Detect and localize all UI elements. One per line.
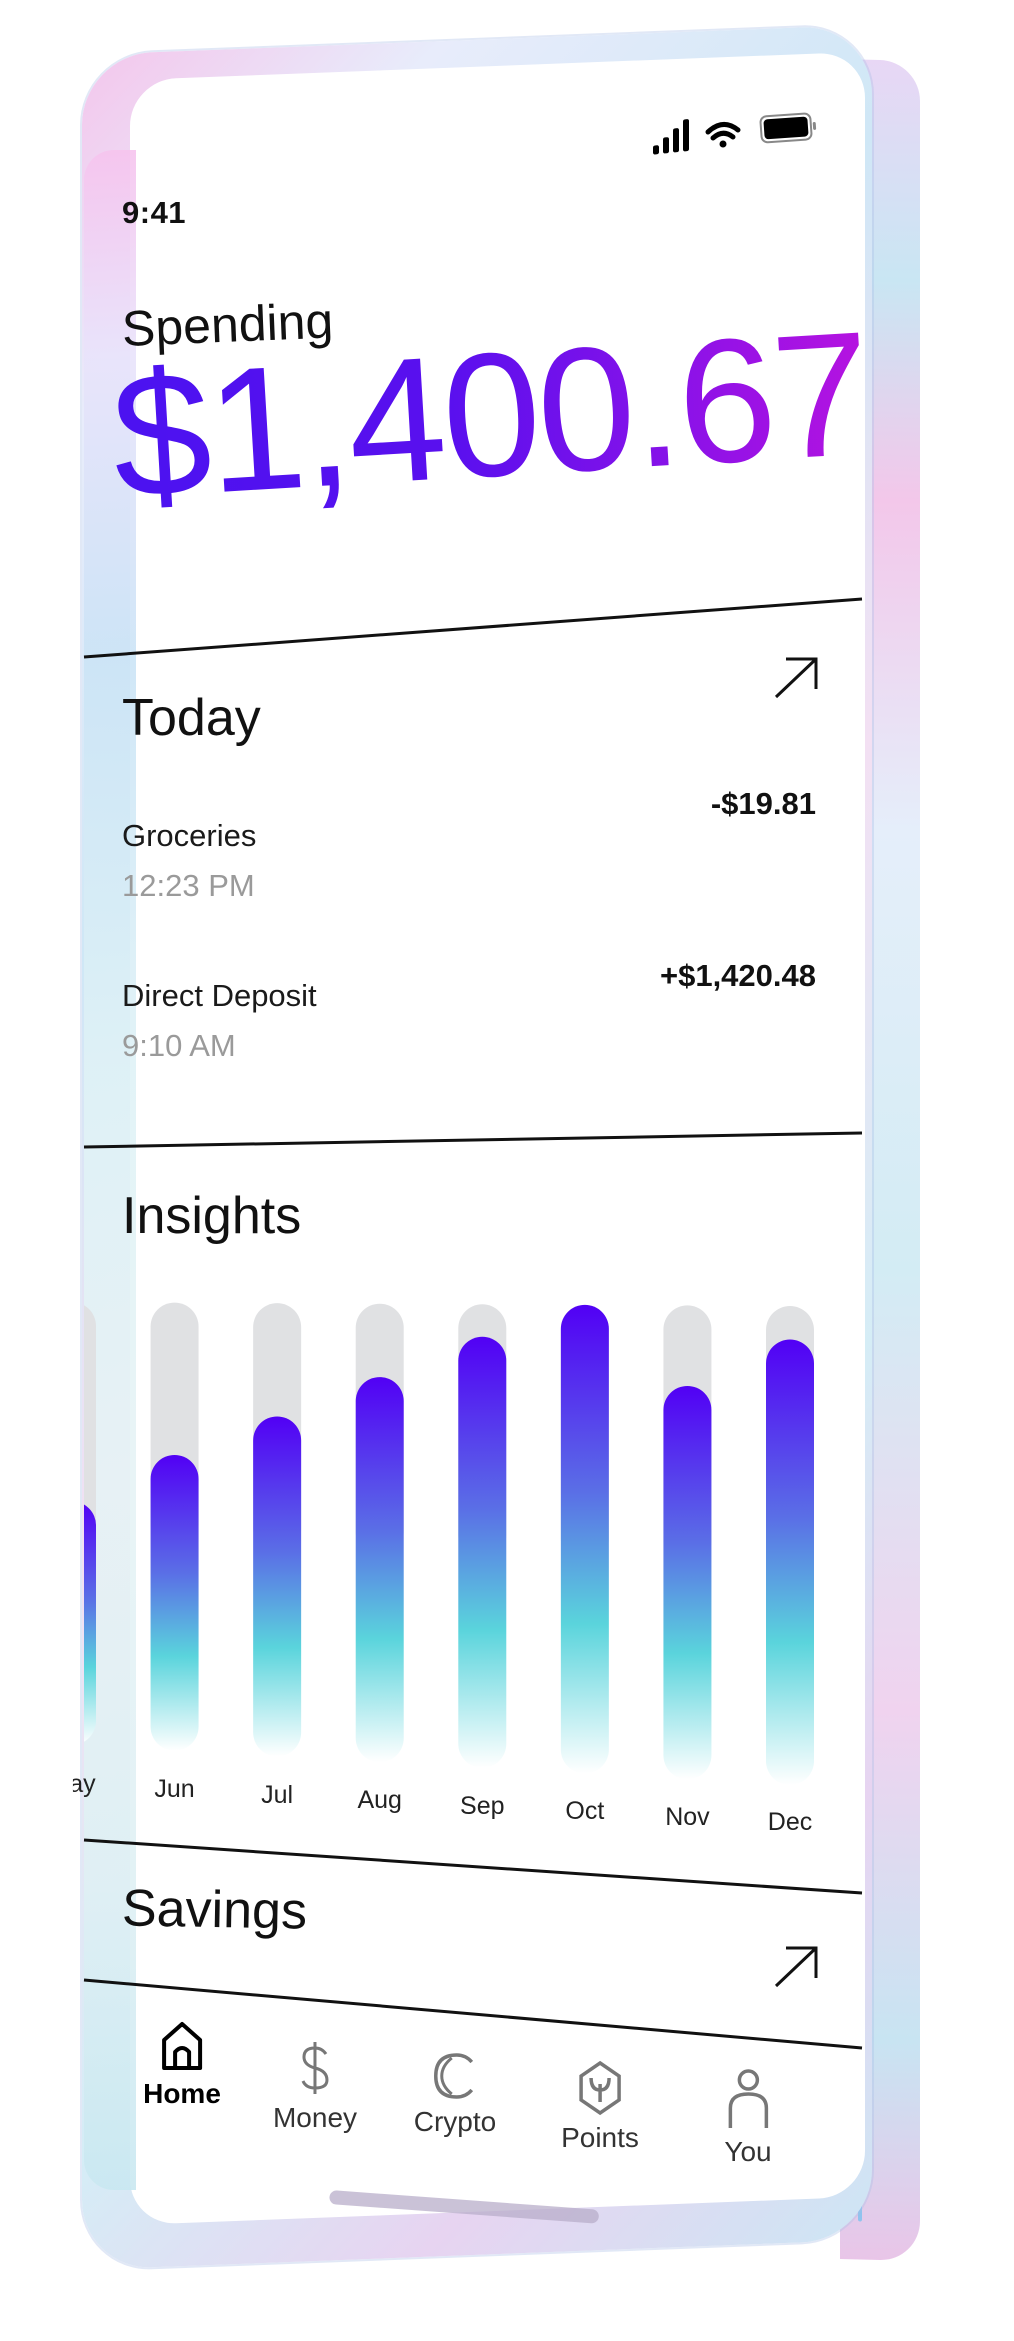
bar-jul[interactable] bbox=[253, 1416, 302, 1757]
bar-may[interactable] bbox=[48, 1501, 96, 1745]
month-label-dec: Dec bbox=[767, 1808, 813, 1836]
tab-home[interactable]: Home bbox=[143, 2020, 221, 2110]
points-icon bbox=[579, 2060, 621, 2116]
month-label-jun: Jun bbox=[154, 1775, 195, 1804]
bar-aug[interactable] bbox=[355, 1377, 404, 1763]
month-label-jul: Jul bbox=[261, 1780, 294, 1809]
month-label-aug: Aug bbox=[357, 1786, 402, 1815]
tab-label: Home bbox=[143, 2078, 221, 2109]
person-icon bbox=[728, 2069, 768, 2128]
insights-bar-chart bbox=[48, 1302, 814, 1785]
tab-label: Money bbox=[272, 2102, 358, 2133]
month-label-oct: Oct bbox=[565, 1797, 605, 1826]
bar-sep[interactable] bbox=[458, 1336, 507, 1768]
month-label-nov: Nov bbox=[665, 1802, 710, 1831]
tab-label: Crypto bbox=[413, 2106, 497, 2137]
tab-label: Points bbox=[561, 2122, 639, 2153]
month-label-sep: Sep bbox=[460, 1791, 505, 1820]
savings-expand-arrow-icon[interactable] bbox=[772, 1942, 820, 1990]
tab-points[interactable]: Points bbox=[561, 2060, 639, 2154]
bar-jun[interactable] bbox=[150, 1454, 199, 1751]
dollar-icon bbox=[301, 2042, 329, 2094]
savings-title: Savings bbox=[121, 1879, 308, 1941]
bar-nov[interactable] bbox=[663, 1385, 712, 1780]
tab-you[interactable]: You bbox=[724, 2068, 772, 2168]
tab-crypto[interactable]: Crypto bbox=[414, 2052, 496, 2138]
bar-oct[interactable] bbox=[560, 1304, 609, 1774]
tab-money[interactable]: Money bbox=[273, 2040, 357, 2134]
home-icon bbox=[161, 2022, 202, 2070]
crypto-icon bbox=[434, 2053, 474, 2099]
tab-label: You bbox=[724, 2136, 772, 2167]
bar-dec[interactable] bbox=[766, 1339, 814, 1785]
